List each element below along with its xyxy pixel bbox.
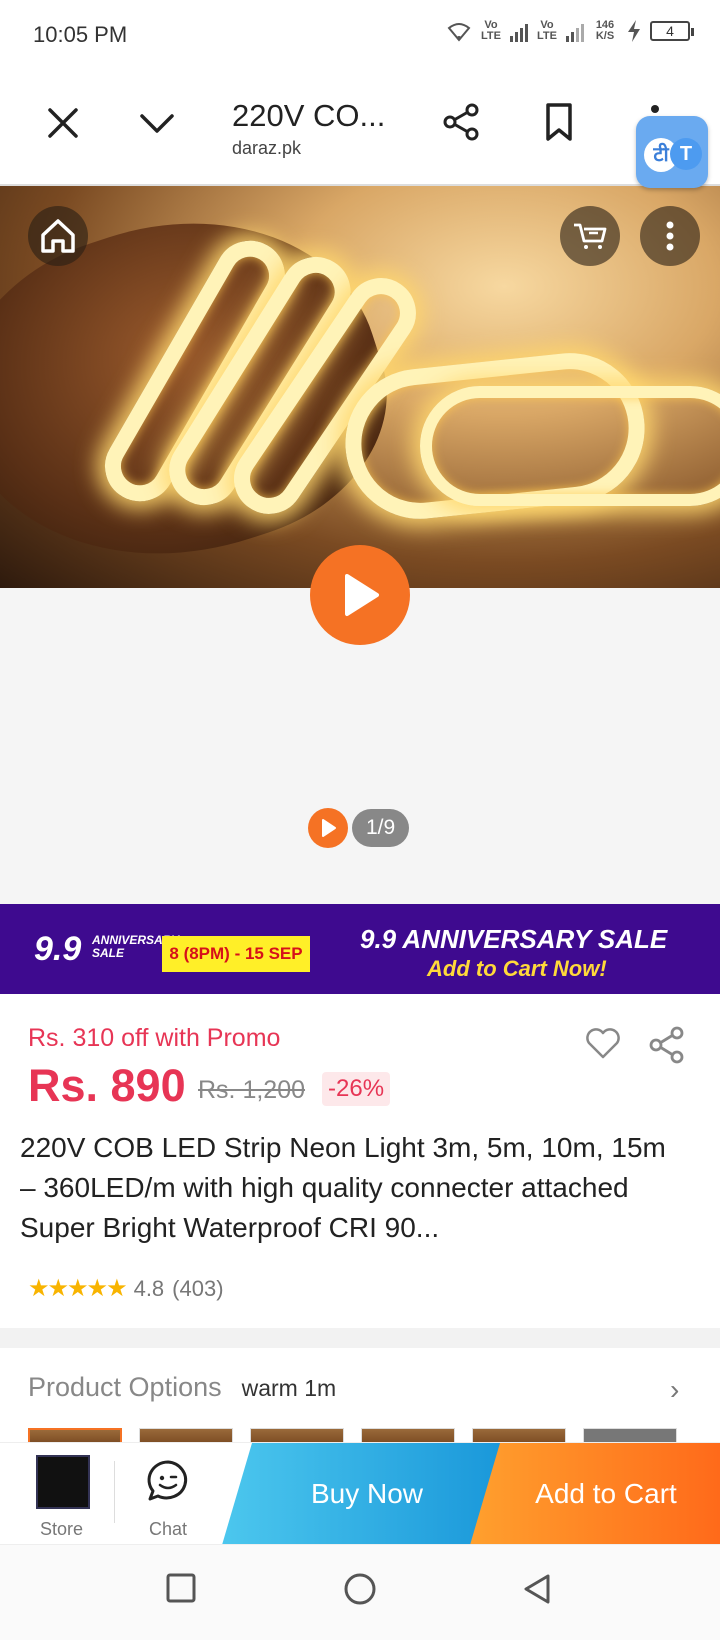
- status-time: 10:05 PM: [33, 22, 128, 47]
- banner-logo-text: ANNIVERSARY SALE: [92, 933, 179, 960]
- signal-icon-2: [566, 20, 584, 42]
- home-icon: [41, 219, 75, 253]
- gallery-pager: 1/9: [308, 808, 410, 848]
- bottom-action-bar: Store Chat Buy Now Add to Cart: [0, 1442, 720, 1545]
- chat-label[interactable]: Chat: [149, 1519, 187, 1540]
- status-bar: 10:05 PM Vo LTE Vo LTE 146 K/S 4: [0, 0, 720, 74]
- recents-button[interactable]: [166, 1573, 196, 1608]
- lte-label-2: Vo LTE: [537, 19, 557, 42]
- more-vert-icon: [666, 221, 674, 251]
- product-options-row[interactable]: Product Options warm 1m: [28, 1372, 336, 1403]
- close-icon[interactable]: [46, 106, 80, 140]
- charging-icon: [628, 20, 640, 42]
- page-domain: daraz.pk: [232, 138, 302, 158]
- product-options-label: Product Options: [28, 1372, 222, 1402]
- system-navigation-bar: [0, 1544, 720, 1640]
- chat-icon[interactable]: [146, 1459, 190, 1503]
- product-title: 220V COB LED Strip Neon Light 3m, 5m, 10…: [20, 1132, 666, 1243]
- home-nav-button[interactable]: [344, 1573, 376, 1610]
- product-price: Rs. 890: [28, 1060, 186, 1111]
- promo-text[interactable]: Rs. 310 off with Promo: [28, 1024, 280, 1053]
- store-logo[interactable]: [36, 1455, 90, 1509]
- bookmark-icon[interactable]: [544, 102, 574, 142]
- cart-button[interactable]: [560, 206, 620, 266]
- page-title: 220V CO...: [232, 98, 386, 133]
- buy-now-button[interactable]: Buy Now: [222, 1443, 512, 1545]
- anniversary-sale-banner[interactable]: 9.9 ANNIVERSARY SALE 8 (8PM) - 15 SEP 9.…: [0, 904, 720, 994]
- cart-icon: [574, 223, 607, 249]
- discount-badge: -26%: [322, 1072, 391, 1106]
- rating-value: 4.8: [133, 1275, 165, 1301]
- banner-cta: Add to Cart Now!: [427, 956, 607, 981]
- status-icons: Vo LTE Vo LTE 146 K/S 4: [446, 19, 694, 42]
- review-count: (403): [172, 1275, 224, 1301]
- add-to-cart-button[interactable]: Add to Cart: [470, 1443, 720, 1545]
- back-button[interactable]: [522, 1573, 552, 1610]
- rating-row[interactable]: ★★★★★ 4.8 (403): [28, 1274, 224, 1303]
- translate-floating-button[interactable]: टी T: [636, 116, 708, 188]
- chevron-down-icon[interactable]: [138, 112, 176, 136]
- square-icon: [166, 1573, 196, 1603]
- page: 10:05 PM Vo LTE Vo LTE 146 K/S 4 220V CO…: [0, 0, 720, 1640]
- original-price: Rs. 1,200: [198, 1076, 306, 1104]
- product-image[interactable]: [0, 186, 720, 588]
- banner-logo-number: 9.9: [34, 930, 82, 968]
- action-separator: [114, 1461, 115, 1523]
- signal-icon-1: [510, 20, 528, 42]
- play-icon: [322, 819, 336, 837]
- video-play-button[interactable]: [310, 545, 410, 645]
- play-icon: [345, 574, 379, 616]
- heart-icon[interactable]: [585, 1028, 621, 1060]
- circle-icon: [344, 1573, 376, 1605]
- back-triangle-icon: [524, 1574, 550, 1604]
- home-button[interactable]: [28, 206, 88, 266]
- rating-stars: ★★★★★: [28, 1275, 128, 1302]
- lte-label-1: Vo LTE: [481, 19, 501, 42]
- chevron-right-icon[interactable]: ›: [670, 1374, 679, 1406]
- product-options-value: warm 1m: [241, 1375, 337, 1401]
- section-divider: [0, 1328, 720, 1348]
- share-icon[interactable]: [442, 102, 482, 142]
- network-speed: 146 K/S: [595, 19, 615, 42]
- custom-tab-header: 220V CO... daraz.pk: [0, 74, 720, 186]
- gallery-more-button[interactable]: [640, 206, 700, 266]
- share-icon[interactable]: [648, 1026, 686, 1064]
- translate-badge-latin: T: [670, 138, 702, 170]
- banner-date-range: 8 (8PM) - 15 SEP: [162, 936, 310, 972]
- led-strip-coil: [420, 386, 720, 506]
- banner-headline: 9.9 ANNIVERSARY SALE: [360, 924, 668, 954]
- page-counter: 1/9: [352, 809, 410, 847]
- store-label[interactable]: Store: [40, 1519, 83, 1540]
- pager-play-button[interactable]: [308, 808, 348, 848]
- battery-icon: 4: [650, 21, 694, 41]
- wifi-icon: [447, 23, 471, 42]
